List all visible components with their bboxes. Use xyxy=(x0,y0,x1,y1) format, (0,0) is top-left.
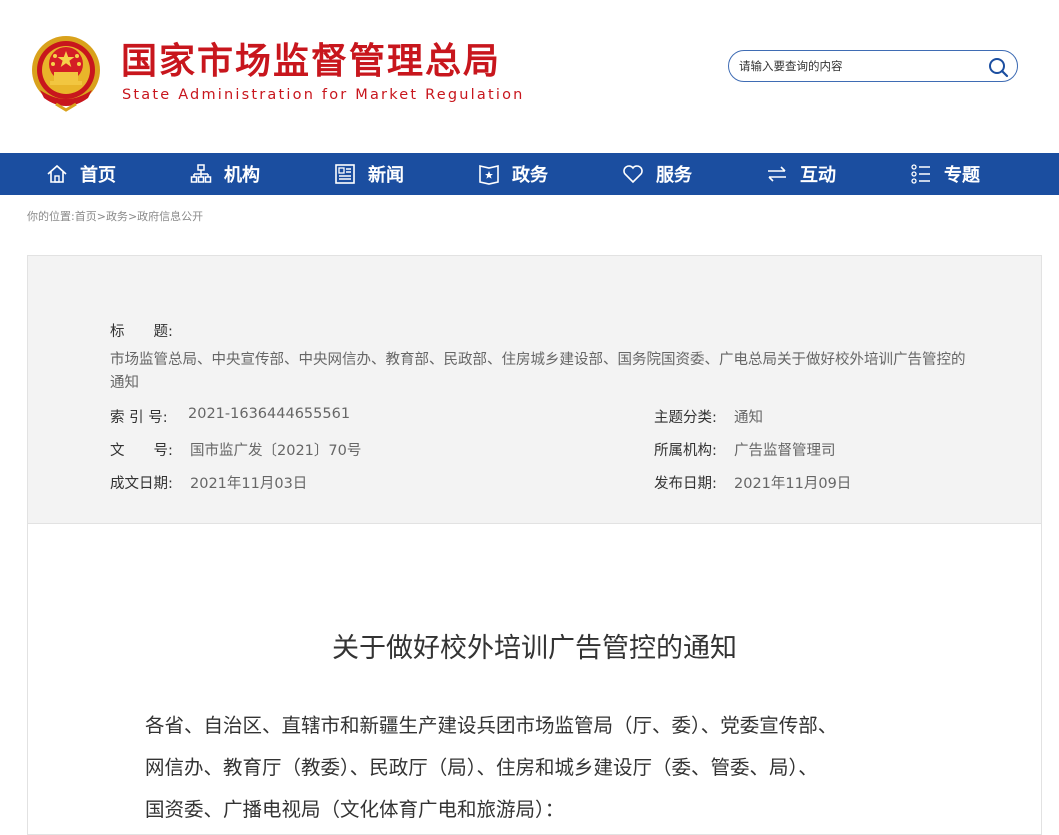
site-header: 国家市场监督管理总局 State Administration for Mark… xyxy=(0,0,1059,153)
national-emblem-icon[interactable] xyxy=(30,34,102,112)
home-icon xyxy=(47,164,67,183)
meta-docno-label: 文 号: xyxy=(110,443,173,459)
search-icon[interactable] xyxy=(987,56,1009,78)
breadcrumb-government[interactable]: 政务 xyxy=(106,210,128,223)
search-box xyxy=(728,50,1018,82)
breadcrumb: 你的位置:首页>政务>政府信息公开 xyxy=(27,208,203,224)
nav-label: 服务 xyxy=(656,165,692,186)
meta-dept-value: 广告监督管理司 xyxy=(734,443,836,459)
body-line: 网信办、教育厅（教委）、民政厅（局）、住房和城乡建设厅（委、管委、局）、 xyxy=(145,756,818,779)
meta-category-label: 主题分类: xyxy=(654,410,717,426)
meta-title-value: 市场监管总局、中央宣传部、中央网信办、教育部、民政部、住房城乡建设部、国务院国资… xyxy=(110,352,966,391)
meta-index-value: 2021-1636444655561 xyxy=(188,406,351,422)
meta-created-value: 2021年11月03日 xyxy=(190,476,308,492)
meta-published-label: 发布日期: xyxy=(654,476,717,492)
meta-published-value: 2021年11月09日 xyxy=(734,476,852,492)
nav-item-government[interactable]: 政务 xyxy=(478,153,548,195)
document-body: 各省、自治区、直辖市和新疆生产建设兵团市场监管局（厅、委）、党委宣传部、 网信办… xyxy=(145,705,945,831)
nav-label: 首页 xyxy=(80,165,116,186)
breadcrumb-separator: > xyxy=(96,210,106,223)
meta-docno-value: 国市监广发〔2021〕70号 xyxy=(190,443,362,459)
nav-item-org[interactable]: 机构 xyxy=(190,153,260,195)
meta-index-label: 索 引 号: xyxy=(110,410,168,426)
exchange-icon xyxy=(768,166,786,182)
heart-icon xyxy=(623,165,643,184)
government-icon xyxy=(479,165,499,185)
document-title: 关于做好校外培训广告管控的通知 xyxy=(332,633,737,664)
nav-item-home[interactable]: 首页 xyxy=(46,153,116,195)
breadcrumb-info-public[interactable]: 政府信息公开 xyxy=(137,210,203,223)
news-icon xyxy=(335,164,355,184)
topic-list-icon xyxy=(911,164,930,184)
nav-label: 政务 xyxy=(512,165,548,186)
breadcrumb-home[interactable]: 首页 xyxy=(75,210,97,223)
nav-item-service[interactable]: 服务 xyxy=(622,153,692,195)
nav-label: 机构 xyxy=(224,165,260,186)
meta-created-label: 成文日期: xyxy=(110,476,173,492)
breadcrumb-separator: > xyxy=(127,210,138,223)
nav-label: 互动 xyxy=(800,165,836,186)
org-chart-icon xyxy=(190,164,212,183)
body-line: 各省、自治区、直辖市和新疆生产建设兵团市场监管局（厅、委）、党委宣传部、 xyxy=(145,714,838,737)
site-title-cn[interactable]: 国家市场监督管理总局 xyxy=(121,40,501,84)
nav-label: 专题 xyxy=(944,165,980,186)
nav-label: 新闻 xyxy=(368,165,404,186)
meta-dept-label: 所属机构: xyxy=(654,443,717,459)
search-input[interactable] xyxy=(739,57,979,75)
meta-category-value: 通知 xyxy=(734,410,763,426)
breadcrumb-prefix: 你的位置: xyxy=(27,210,75,223)
nav-item-news[interactable]: 新闻 xyxy=(334,153,404,195)
nav-item-interact[interactable]: 互动 xyxy=(766,153,836,195)
site-title-en[interactable]: State Administration for Market Regulati… xyxy=(122,87,525,103)
document-meta-box: 标 题: 市场监管总局、中央宣传部、中央网信办、教育部、民政部、住房城乡建设部、… xyxy=(28,256,1041,524)
main-nav: 首页 机构 新闻 政务 服务 互动 专题 xyxy=(0,153,1059,195)
article-container: 标 题: 市场监管总局、中央宣传部、中央网信办、教育部、民政部、住房城乡建设部、… xyxy=(27,255,1042,835)
meta-title-label: 标 题: xyxy=(110,324,173,340)
nav-item-topic[interactable]: 专题 xyxy=(910,153,980,195)
